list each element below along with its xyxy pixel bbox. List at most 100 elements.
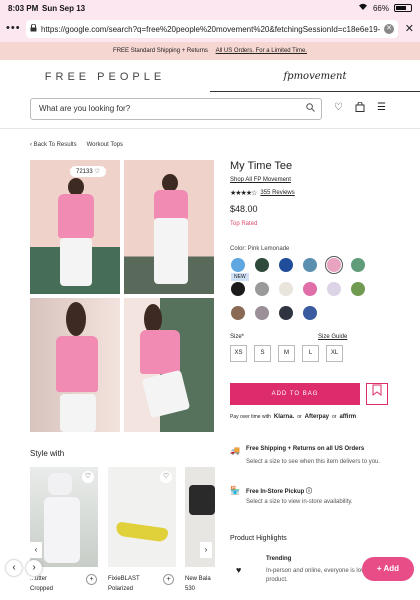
color-swatch[interactable] [255, 282, 269, 296]
url-text[interactable]: https://google.com/search?q=free%20peopl… [41, 25, 380, 34]
tab-free-people[interactable]: FREE PEOPLE [0, 62, 210, 92]
add-button[interactable]: + Add [362, 557, 414, 581]
search-placeholder: What are you looking for? [39, 104, 131, 113]
style-item-name[interactable]: ...utter Cropped [30, 574, 53, 594]
hamburger-menu-icon[interactable]: ☰ [377, 102, 386, 115]
product-image-3[interactable] [30, 298, 120, 432]
bag-icon[interactable] [355, 101, 365, 115]
search-icon[interactable] [306, 99, 315, 119]
size-selector: XS S M L XL [230, 345, 343, 362]
size-option[interactable]: XL [326, 345, 343, 362]
color-swatch[interactable] [231, 306, 245, 320]
klarna-logo[interactable]: Klarna. [274, 414, 294, 420]
size-guide-link[interactable]: Size Guide [318, 334, 347, 340]
promo-text: FREE Standard Shipping + Returns [113, 48, 208, 54]
status-bar: 8:03 PM Sun Sep 13 66% [0, 0, 420, 16]
size-option[interactable]: M [278, 345, 295, 362]
breadcrumb: ‹ Back To Results Workout Tops [30, 142, 123, 148]
likes-badge[interactable]: 72133 ♡ [70, 166, 106, 177]
color-swatch[interactable] [279, 258, 293, 272]
color-swatch[interactable] [327, 282, 341, 296]
status-date: Sun Sep 13 [42, 4, 86, 13]
color-swatch[interactable] [255, 258, 269, 272]
color-swatch[interactable] [279, 306, 293, 320]
status-time: 8:03 PM [8, 4, 39, 13]
back-arrow-icon[interactable]: ‹ [6, 560, 22, 576]
promo-link[interactable]: All US Orders. For a Limited Time. [216, 48, 307, 54]
status-right: 66% [358, 3, 412, 13]
battery-icon [394, 4, 412, 12]
shipping-title: Free Shipping + Returns on all US Orders [246, 446, 365, 452]
chevron-left-icon[interactable]: ‹ [30, 542, 42, 558]
search-row: What are you looking for? ♡ ☰ [0, 96, 420, 124]
affirm-logo[interactable]: affirm [339, 414, 356, 420]
truck-icon: 🚚 [230, 446, 240, 455]
pay-over-time: Pay over time with Klarna. or Afterpay o… [230, 414, 356, 420]
color-swatch[interactable] [327, 258, 341, 272]
heart-icon[interactable]: ♡ [82, 471, 94, 483]
product-image-4[interactable] [124, 298, 214, 432]
reviews-link[interactable]: 355 Reviews [260, 190, 294, 196]
search-input[interactable]: What are you looking for? [30, 98, 322, 120]
color-swatch[interactable] [255, 306, 269, 320]
chevron-right-icon[interactable]: › [200, 542, 212, 558]
tab-fp-movement[interactable]: fpmovement [210, 62, 420, 92]
size-option[interactable]: S [254, 345, 271, 362]
promo-banner: FREE Standard Shipping + Returns All US … [0, 42, 420, 60]
wishlist-icon[interactable]: ♡ [334, 102, 343, 115]
close-tab-icon[interactable]: ✕ [405, 22, 414, 35]
more-options-icon[interactable]: ••• [6, 22, 21, 34]
style-item-name[interactable]: FixieBLAST Polarized [108, 574, 140, 594]
heart-icon[interactable]: ♡ [160, 471, 172, 483]
product-image-1[interactable]: 72133 ♡ [30, 160, 120, 294]
add-to-bag-button[interactable]: ADD TO BAG [230, 383, 360, 405]
style-item-name[interactable]: New Bala 530 [185, 574, 211, 594]
address-bar[interactable]: https://google.com/search?q=free%20peopl… [26, 20, 398, 38]
clear-url-icon[interactable]: ✕ [384, 24, 394, 34]
header-divider [0, 128, 420, 129]
top-rated-badge: Top Rated [230, 221, 258, 227]
color-swatch[interactable] [351, 282, 365, 296]
pickup-title: Free In-Store Pickup ⓘ [246, 489, 313, 495]
afterpay-logo[interactable]: Afterpay [305, 414, 329, 420]
color-swatch[interactable] [231, 258, 245, 272]
shipping-desc: Select a size to see when this item deli… [246, 459, 381, 465]
product-title: My Time Tee [230, 160, 293, 172]
pickup-desc: Select a size to view in-store availabil… [246, 499, 353, 505]
color-swatch[interactable] [303, 258, 317, 272]
size-option[interactable]: L [302, 345, 319, 362]
collection-link[interactable]: Shop All FP Movement [230, 177, 291, 183]
rating-row: ★★★★☆ 355 Reviews [230, 189, 295, 197]
color-swatch[interactable] [279, 282, 293, 296]
color-swatch[interactable] [351, 258, 365, 272]
trending-icon: ♥ [236, 565, 242, 575]
size-label: Size* [230, 334, 245, 340]
size-option[interactable]: XS [230, 345, 247, 362]
pay-separator: or [332, 414, 337, 420]
bookmark-icon[interactable] [366, 383, 388, 405]
product-image-2[interactable] [124, 160, 214, 294]
breadcrumb-category[interactable]: Workout Tops [87, 142, 123, 148]
wifi-icon [358, 3, 368, 13]
style-with-title: Style with [30, 449, 65, 458]
color-swatch[interactable] [303, 306, 317, 320]
product-highlights-title[interactable]: Product Highlights [230, 535, 287, 542]
color-swatch[interactable] [231, 282, 245, 296]
header-icons: ♡ ☰ [334, 101, 386, 115]
browser-toolbar: ••• https://google.com/search?q=free%20p… [0, 16, 420, 42]
store-icon: 🏪 [230, 486, 240, 495]
add-item-icon[interactable]: + [86, 574, 97, 585]
brand-tabs: FREE PEOPLE fpmovement [0, 62, 420, 92]
product-price: $48.00 [230, 204, 258, 214]
pay-separator: or [297, 414, 302, 420]
battery-percent: 66% [372, 3, 389, 13]
add-item-icon[interactable]: + [163, 574, 174, 585]
style-card[interactable]: ♡ [108, 467, 176, 567]
pay-text: Pay over time with [230, 414, 271, 420]
info-icon: ⓘ [306, 489, 313, 495]
color-swatch[interactable] [303, 282, 317, 296]
back-to-results-link[interactable]: ‹ Back To Results [30, 142, 77, 148]
lock-icon [30, 23, 37, 34]
color-label: Color: Pink Lemonade [230, 246, 290, 252]
forward-arrow-icon[interactable]: › [26, 560, 42, 576]
